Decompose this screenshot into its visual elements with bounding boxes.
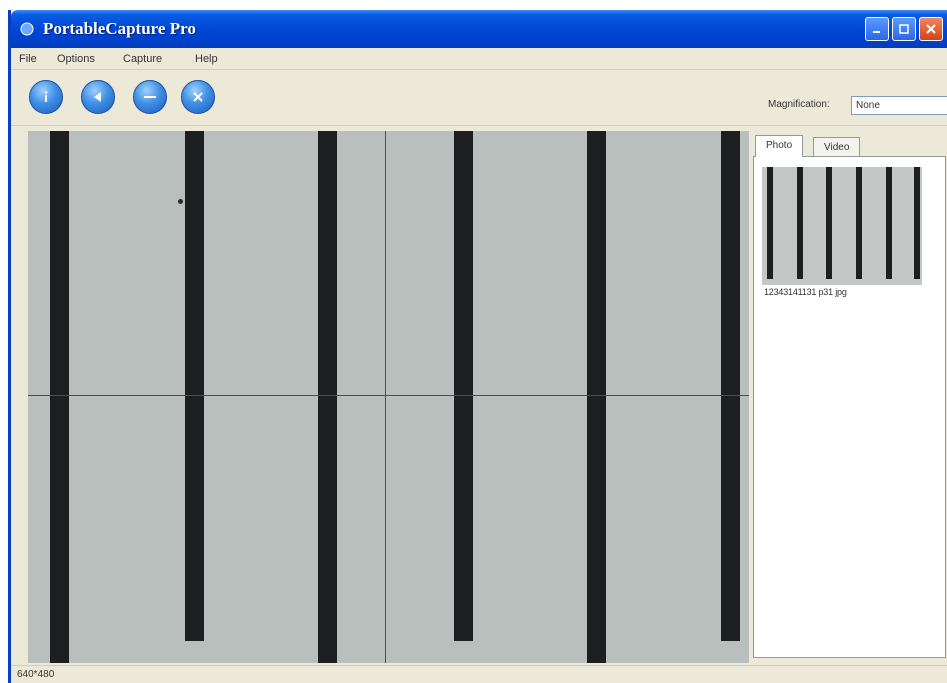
thumb-line	[856, 167, 862, 279]
dust-speck	[178, 199, 183, 204]
specimen-line	[454, 131, 473, 641]
tab-photo[interactable]: Photo	[755, 135, 804, 157]
settings-icon	[193, 92, 203, 102]
toolbar: Magnification: None	[11, 70, 947, 126]
thumb-line	[886, 167, 892, 279]
specimen-line	[50, 131, 69, 663]
maximize-icon	[899, 24, 909, 34]
info-button[interactable]	[29, 80, 63, 114]
crosshair-horizontal	[28, 395, 751, 396]
menu-help[interactable]: Help	[195, 53, 218, 65]
specimen-line	[318, 131, 337, 663]
back-icon	[94, 92, 101, 102]
resolution-status: 640*480	[17, 669, 55, 680]
thumb-line	[826, 167, 832, 279]
menu-file[interactable]: File	[19, 53, 37, 65]
status-bar: 640*480	[11, 665, 947, 683]
crosshair-vertical	[385, 131, 386, 663]
magnification-label: Magnification:	[768, 99, 830, 110]
capture-panel: Photo Video 12343141131 p31 jpg	[749, 131, 947, 663]
camera-preview[interactable]	[28, 131, 751, 663]
thumb-line	[914, 167, 920, 279]
thumbnail-filename: 12343141131 p31 jpg	[764, 287, 847, 297]
menu-bar: File Options Capture Help	[11, 48, 947, 70]
maximize-button[interactable]	[892, 17, 916, 41]
record-icon	[144, 96, 156, 98]
window-title: PortableCapture Pro	[43, 19, 196, 38]
photo-thumbnail[interactable]	[762, 167, 922, 285]
minimize-icon	[873, 31, 880, 33]
thumb-line	[797, 167, 803, 279]
gallery: 12343141131 p31 jpg	[753, 156, 946, 658]
app-window: PortableCapture Pro File Options Capture…	[8, 10, 947, 683]
magnification-select[interactable]: None	[851, 96, 947, 115]
menu-options[interactable]: Options	[57, 53, 95, 65]
specimen-line	[587, 131, 606, 663]
title-bar[interactable]: PortableCapture Pro	[11, 10, 947, 48]
back-button[interactable]	[81, 80, 115, 114]
thumb-line	[767, 167, 773, 279]
close-icon	[926, 24, 936, 34]
specimen-line	[721, 131, 740, 641]
settings-button[interactable]	[181, 80, 215, 114]
tab-video[interactable]: Video	[813, 137, 861, 157]
specimen-line	[185, 131, 204, 641]
info-icon	[44, 91, 48, 102]
close-button[interactable]	[919, 17, 943, 41]
minimize-button[interactable]	[865, 17, 889, 41]
menu-capture[interactable]: Capture	[123, 53, 162, 65]
record-button[interactable]	[133, 80, 167, 114]
app-icon	[20, 22, 34, 36]
